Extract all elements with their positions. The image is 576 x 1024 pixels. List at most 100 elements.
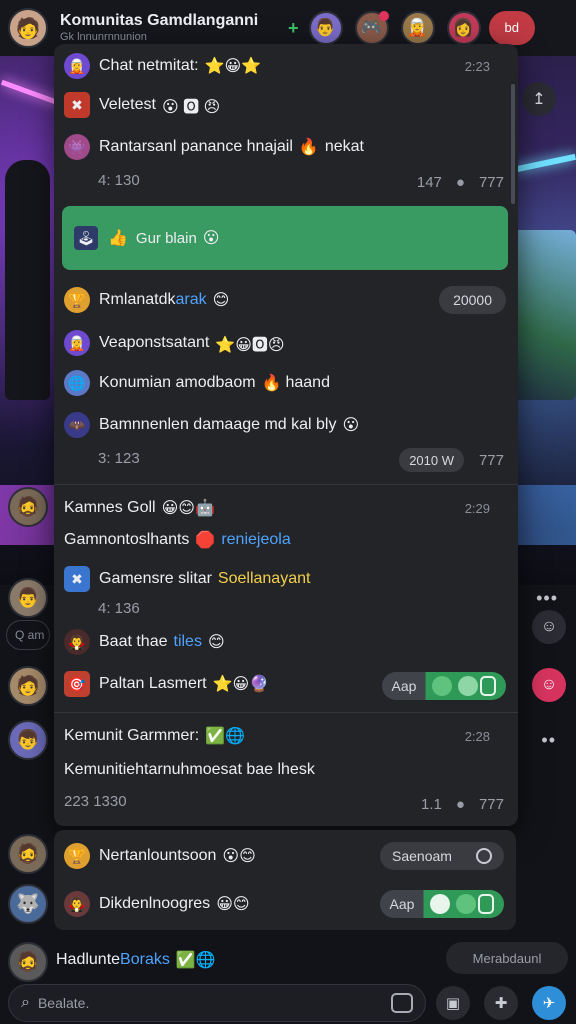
header-action-button[interactable]: bd [488, 11, 535, 45]
sticker-button[interactable]: ☺ [532, 610, 566, 644]
message-time: 2:23 [464, 58, 490, 74]
mini-search[interactable]: Q am [6, 620, 50, 650]
message-row[interactable]: 🦇 Bamnnenlen damaage md kal bly 😮 [64, 409, 504, 441]
user-avatar[interactable]: 🐺 [8, 884, 48, 924]
image-button[interactable]: ▣ [436, 986, 470, 1020]
attachment-icon[interactable] [391, 993, 413, 1013]
server-icon: 🌐 [64, 370, 90, 396]
add-member-icon[interactable]: + [288, 18, 299, 39]
reaction-counts[interactable]: 777 [479, 452, 504, 469]
message-subtime: 223 1330 [64, 793, 127, 810]
message-row[interactable]: Gamnontoslhants 🛑 reniejeola [64, 524, 504, 556]
message-time: 2:28 [464, 728, 490, 744]
more-options-icon[interactable]: •• [541, 730, 556, 751]
user-avatar[interactable]: 🧔 [8, 487, 48, 527]
neon-light-left [0, 79, 60, 106]
message-text: Dikdenlnoogres [99, 895, 211, 912]
message-emoji: 🔥 [261, 375, 282, 392]
user-avatar[interactable]: 👨 [8, 578, 48, 618]
message-row[interactable]: ✖ Veletest 😮 🅾 😠 [64, 89, 504, 121]
server-icon: 🎯 [64, 671, 90, 697]
message-row[interactable]: 🧝 Veaponstsatant ⭐😀🅾😠 [64, 327, 504, 359]
sticker-button[interactable]: ✚ [484, 986, 518, 1020]
server-icon: 🏆 [64, 843, 90, 869]
message-extra: nekat [324, 138, 364, 155]
message-emoji: ⭐😀🔮 [212, 676, 270, 693]
server-icon: 🦇 [64, 412, 90, 438]
divider [54, 712, 518, 713]
message-row[interactable]: Kemunitiehtarnuhmoesat bae lhesk [64, 754, 504, 786]
member-avatar[interactable]: 🧝 [400, 11, 435, 45]
message-row[interactable]: 🌐 Konumian amodbaom 🔥 haand [64, 367, 504, 399]
count-pill[interactable]: 20000 [439, 286, 506, 314]
upload-button[interactable]: ↥ [522, 82, 556, 116]
message-emoji: ⭐😀⭐ [204, 58, 262, 75]
message-subtime: 4: 136 [98, 600, 140, 617]
message-row[interactable]: 🧝 Chat netmitat: ⭐😀⭐ 2:23 [64, 50, 504, 82]
server-icon: 🧝 [64, 53, 90, 79]
notification-dot [378, 11, 389, 21]
message-row[interactable]: ✖ Gamensre slitar Soellanayant [64, 563, 504, 595]
message-row[interactable]: Kamnes Goll 😀😊🤖 2:29 [64, 492, 504, 524]
server-icon: 🕹 [74, 226, 98, 250]
user-avatar[interactable]: 🧑 [8, 666, 48, 706]
user-avatar[interactable]: 🧔 [8, 834, 48, 874]
message-emoji: 😮😊 [222, 848, 256, 865]
more-options-icon[interactable]: ••• [536, 588, 558, 609]
message-text: Paltan Lasmert [99, 675, 207, 692]
highlighted-message[interactable]: 🕹 👍 Gur blain 😮 [62, 206, 508, 270]
footer-emoji: ✅🌐 [175, 952, 216, 969]
reaction-counts[interactable]: 1.1 ● 777 [421, 796, 504, 813]
server-icon: 🏆 [64, 287, 90, 313]
message-row[interactable]: 👾 Rantarsanl panance hnajail 🔥 nekat [64, 131, 504, 163]
reaction-icon: ● [455, 174, 465, 191]
message-subtime: 4: 130 [98, 172, 140, 189]
divider [54, 484, 518, 485]
message-row[interactable]: 🏆 Rmlanatdk arak 😊 [64, 284, 504, 316]
app-pill[interactable]: Aap [382, 672, 506, 700]
message-highlight: tiles [173, 633, 202, 650]
app-badge-icon [458, 676, 478, 696]
status-pill[interactable]: 2010 W [399, 448, 464, 472]
emoji-button[interactable]: ☺ [532, 668, 566, 702]
message-row[interactable]: Kemunit Garmmer: ✅🌐 2:28 [64, 720, 504, 752]
message-row[interactable]: 🧛 Baat thae tiles 😊 [64, 626, 504, 658]
footer-user[interactable]: Hadlunte Boraks ✅🌐 [56, 950, 216, 970]
reaction-counts[interactable]: 147 ● 777 [417, 174, 504, 191]
header-title-block[interactable]: Komunitas Gamdlanganni Gk lnnunrnnunion [60, 12, 280, 44]
message-text: Nertanlountsoon [99, 847, 217, 864]
message-emoji: ✅🌐 [205, 728, 245, 745]
reaction-icon: ● [455, 796, 465, 813]
app-pill-label: Aap [391, 678, 417, 694]
reply-count: 777 [478, 452, 504, 469]
message-input[interactable]: ⌕ Bealate. [8, 984, 426, 1022]
scrollbar[interactable] [511, 84, 515, 204]
server-icon: 🧛 [64, 629, 90, 655]
member-avatar[interactable]: 🎮 [354, 11, 389, 45]
message-time: 2:29 [464, 500, 490, 516]
user-avatar[interactable]: 🧔 [8, 942, 48, 982]
message-text: Bamnnenlen damaage md kal bly [99, 416, 337, 433]
thumbs-up-icon: 👍 [108, 230, 128, 247]
server-icon: 🧝 [64, 330, 90, 356]
footer-ghost-button[interactable]: Merabdaunl [446, 942, 568, 974]
member-avatar[interactable]: 👨 [308, 11, 343, 45]
message-text: Veaponstsatant [99, 334, 210, 351]
send-button[interactable]: ✈ [532, 986, 566, 1020]
message-text: Gamnontoslhants [64, 531, 190, 548]
member-avatar[interactable]: 👩 [446, 11, 481, 45]
member-avatars: 👨 🎮 🧝 👩 [308, 11, 481, 45]
message-text: Veletest [99, 96, 156, 113]
status-pill[interactable]: Saenoam [380, 842, 504, 870]
like-count: 147 [416, 174, 442, 191]
user-avatar[interactable]: 👦 [8, 720, 48, 760]
server-icon: ✖ [64, 92, 90, 118]
app-pill[interactable]: Aap [380, 890, 504, 918]
emoji-icon: 😮 [202, 230, 220, 247]
message-text: Konumian amodbaom [99, 374, 256, 391]
message-emoji: 🔥 [298, 139, 319, 156]
group-avatar[interactable]: 🧑 [8, 8, 48, 48]
message-text: Chat netmitat: [99, 57, 199, 74]
reply-count: 777 [478, 174, 504, 191]
message-highlight: arak [175, 291, 207, 308]
